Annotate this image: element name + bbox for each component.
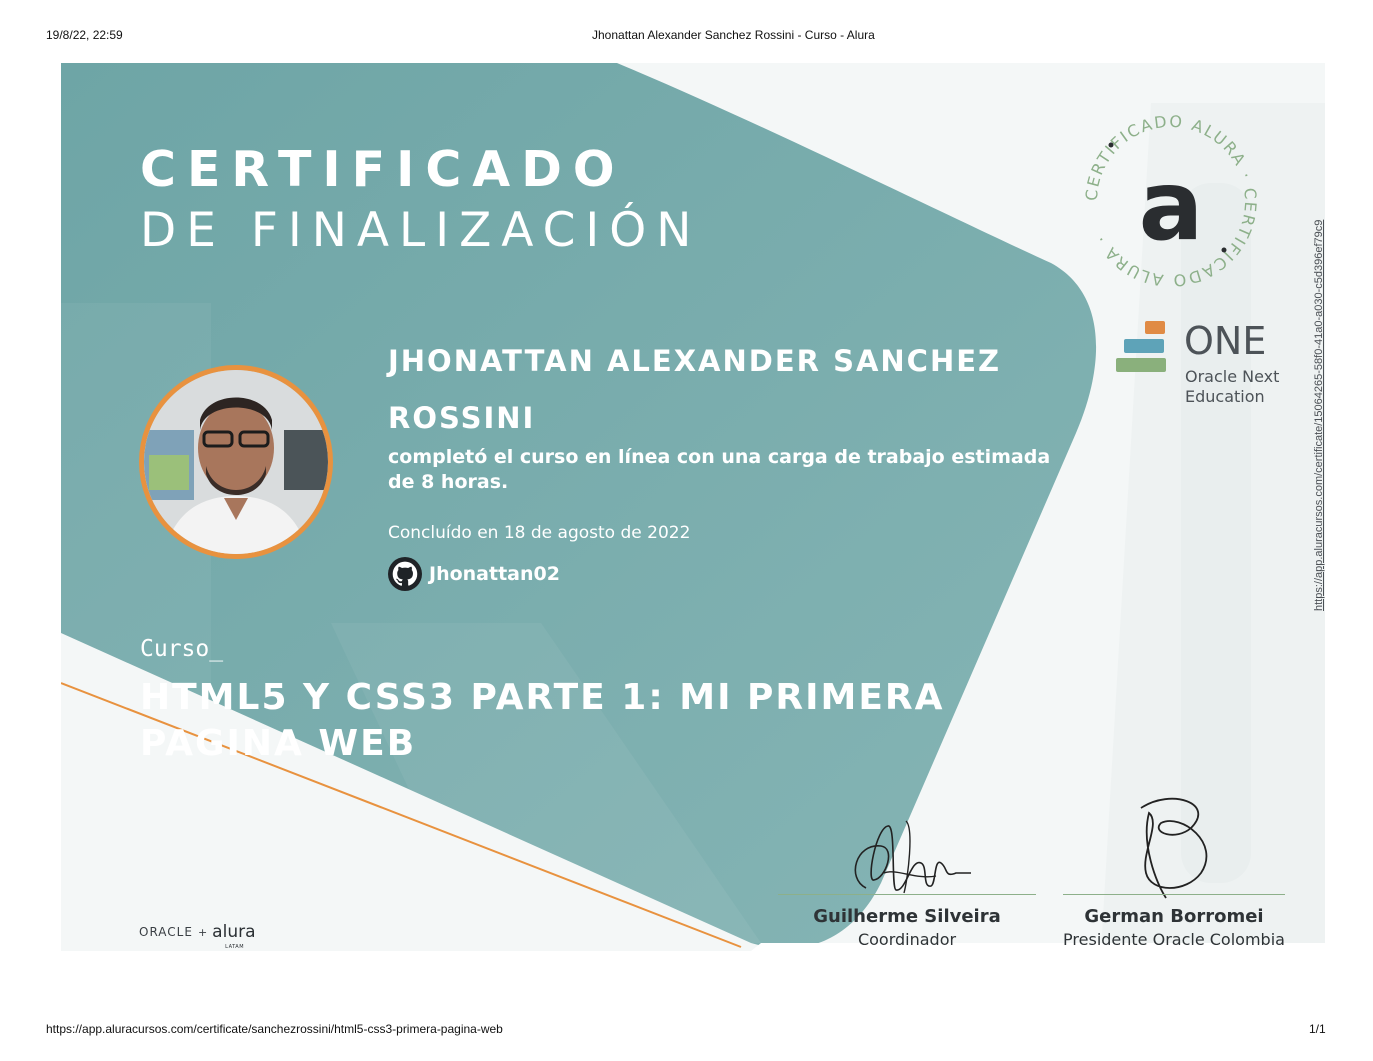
signature-line-1 [778, 894, 1036, 895]
alura-logo: alura LATAM [212, 922, 256, 951]
print-footer-url: https://app.aluracursos.com/certificate/… [46, 1022, 503, 1036]
print-page-title: Jhonattan Alexander Sanchez Rossini - Cu… [592, 28, 875, 42]
seal-letter: a [1139, 150, 1204, 262]
one-subtitle: Oracle Next Education [1185, 367, 1279, 407]
verify-url[interactable]: https://app.aluracursos.com/certificate/… [1299, 151, 1325, 611]
one-subtitle-line1: Oracle Next [1185, 367, 1280, 386]
print-timestamp: 19/8/22, 22:59 [46, 28, 123, 42]
partner-logos: ORACLE + alura LATAM [139, 922, 256, 951]
one-subtitle-line2: Education [1185, 387, 1265, 406]
signature-role-1: Coordinador [857, 930, 957, 949]
alura-seal-icon: CERTIFICADO ALURA · CERTIFICADO ALURA · … [1082, 112, 1258, 291]
github-profile[interactable]: Jhonattan02 [388, 557, 560, 591]
concluded-date: Concluído en 18 de agosto de 2022 [388, 523, 691, 543]
alura-latam-text: LATAM [225, 944, 245, 950]
certificate-subtitle: DE FINALIZACIÓN [140, 203, 702, 258]
certificate-title: CERTIFICADO [140, 141, 626, 198]
github-icon [388, 557, 422, 591]
completion-text: completó el curso en línea con una carga… [388, 446, 1051, 493]
signature-german [1140, 797, 1208, 899]
signature-name-2: German Borromei [1084, 906, 1264, 927]
github-username[interactable]: Jhonattan02 [429, 563, 560, 585]
partner-plus: + [197, 925, 208, 939]
verify-url-link[interactable]: https://app.aluracursos.com/certificate/… [1313, 151, 1325, 611]
oracle-logo: ORACLE [139, 925, 193, 939]
signature-line-2 [1063, 894, 1285, 895]
print-page-count: 1/1 [1309, 1022, 1326, 1036]
signature-role-2: Presidente Oracle Colombia [1063, 930, 1285, 949]
signature-guilherme [854, 820, 971, 894]
certificate: CERTIFICADO DE FINALIZACIÓN JHONATTAN AL… [61, 63, 1325, 951]
one-title: ONE [1184, 319, 1267, 363]
signature-name-1: Guilherme Silveira [813, 906, 1001, 927]
student-name: JHONATTAN ALEXANDER SANCHEZ ROSSINI [388, 344, 1002, 435]
course-name: HTML5 Y CSS3 PARTE 1: MI PRIMERA PAGINA … [140, 677, 945, 764]
course-label: Curso_ [140, 636, 224, 662]
alura-logo-text: alura [212, 922, 256, 942]
student-avatar [139, 365, 333, 559]
